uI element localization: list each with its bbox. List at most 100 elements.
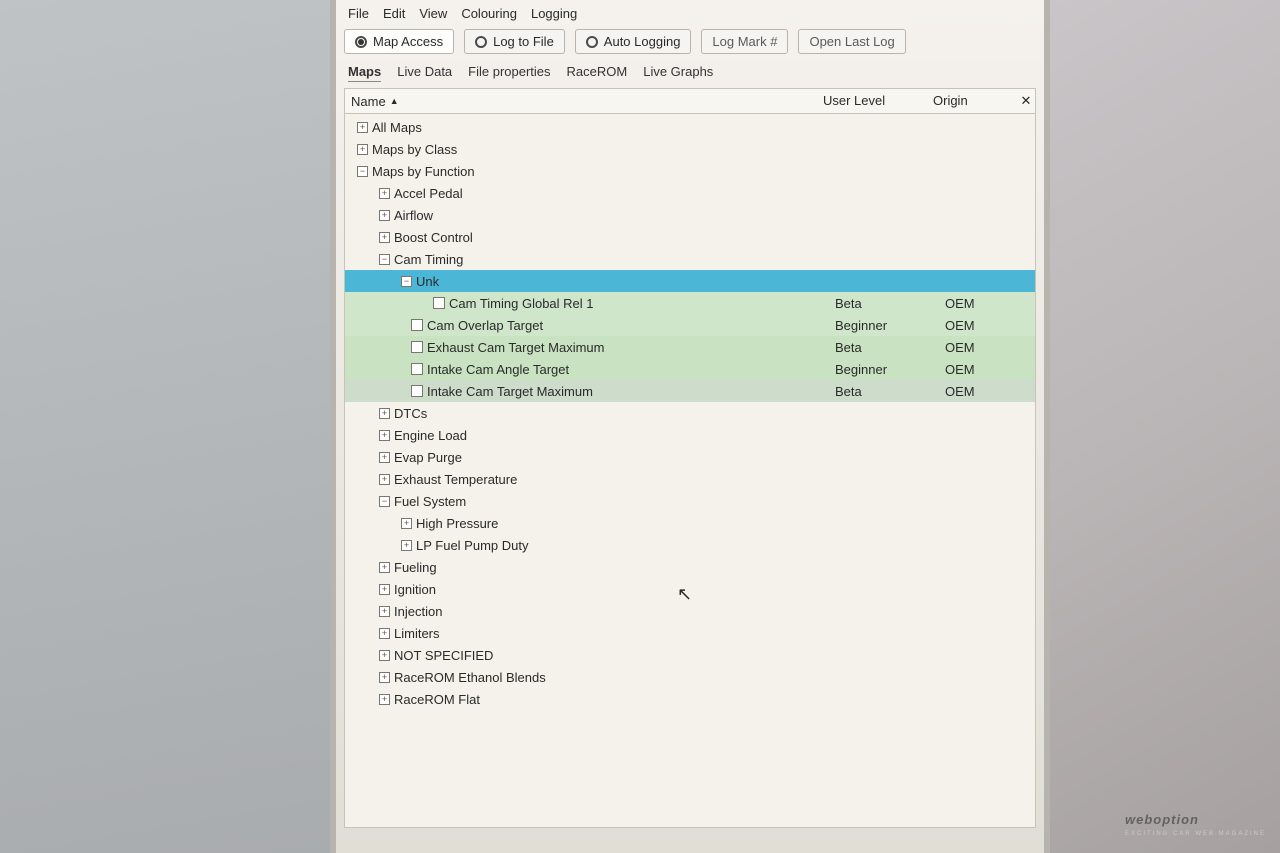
tree-label: Cam Timing Global Rel 1 <box>449 296 594 311</box>
tree-node-ignition[interactable]: + Ignition <box>345 578 1035 600</box>
tree-label: Accel Pedal <box>394 186 463 201</box>
checkbox-icon[interactable] <box>411 319 423 331</box>
expander-plus-icon[interactable]: + <box>379 408 390 419</box>
map-access-label: Map Access <box>373 34 443 49</box>
tree-label: DTCs <box>394 406 427 421</box>
col-name-label: Name <box>351 94 386 109</box>
checkbox-icon[interactable] <box>411 385 423 397</box>
menubar: File Edit View Colouring Logging <box>344 4 1036 23</box>
expander-plus-icon[interactable]: + <box>379 562 390 573</box>
expander-plus-icon[interactable]: + <box>379 452 390 463</box>
tree-node-maps-by-class[interactable]: + Maps by Class <box>345 138 1035 160</box>
expander-plus-icon[interactable]: + <box>401 540 412 551</box>
tree-node-limiters[interactable]: +Limiters <box>345 622 1035 644</box>
expander-plus-icon[interactable]: + <box>379 188 390 199</box>
tree-label: Intake Cam Angle Target <box>427 362 569 377</box>
column-header-user-level[interactable]: User Level <box>817 89 927 113</box>
tree-node-racerom-ethanol[interactable]: +RaceROM Ethanol Blends <box>345 666 1035 688</box>
tree-node-not-specified[interactable]: + NOT SPECIFIED <box>345 644 1035 666</box>
tree-node-boost-control[interactable]: +Boost Control <box>345 226 1035 248</box>
tree-leaf-cam-overlap-target[interactable]: Cam Overlap Target BeginnerOEM <box>345 314 1035 336</box>
radio-on-icon <box>355 36 367 48</box>
tree-leaf-cam-timing-global[interactable]: Cam Timing Global Rel 1BetaOEM <box>345 292 1035 314</box>
expander-plus-icon[interactable]: + <box>357 144 368 155</box>
column-header-origin[interactable]: Origin <box>927 89 1017 113</box>
map-access-button[interactable]: Map Access <box>344 29 454 54</box>
tree-label: NOT SPECIFIED <box>394 648 493 663</box>
tree-label: RaceROM Flat <box>394 692 480 707</box>
tree-node-racerom-flat[interactable]: + RaceROM Flat <box>345 688 1035 710</box>
radio-off-icon <box>475 36 487 48</box>
checkbox-icon[interactable] <box>411 363 423 375</box>
log-to-file-button[interactable]: Log to File <box>464 29 565 54</box>
expander-minus-icon[interactable]: − <box>379 254 390 265</box>
expander-minus-icon[interactable]: − <box>357 166 368 177</box>
tree-label: Ignition <box>394 582 436 597</box>
expander-plus-icon[interactable]: + <box>379 628 390 639</box>
expander-plus-icon[interactable]: + <box>379 210 390 221</box>
tree-node-all-maps[interactable]: +All Maps <box>345 116 1035 138</box>
tree-label: Fueling <box>394 560 437 575</box>
expander-plus-icon[interactable]: + <box>379 584 390 595</box>
tab-maps[interactable]: Maps <box>348 64 381 82</box>
expander-plus-icon[interactable]: + <box>379 430 390 441</box>
menu-file[interactable]: File <box>348 6 369 21</box>
sort-ascending-icon: ▲ <box>390 96 399 106</box>
tree-label: Airflow <box>394 208 433 223</box>
menu-edit[interactable]: Edit <box>383 6 405 21</box>
tree-node-airflow[interactable]: + Airflow <box>345 204 1035 226</box>
checkbox-icon[interactable] <box>411 341 423 353</box>
expander-minus-icon[interactable]: − <box>379 496 390 507</box>
tree-node-unk[interactable]: −Unk <box>345 270 1035 292</box>
tree-label: Cam Overlap Target <box>427 318 543 333</box>
column-header-name[interactable]: Name ▲ <box>345 89 817 113</box>
tree-node-fueling[interactable]: + Fueling <box>345 556 1035 578</box>
expander-plus-icon[interactable]: + <box>379 650 390 661</box>
tree-node-cam-timing[interactable]: −Cam Timing <box>345 248 1035 270</box>
menu-colouring[interactable]: Colouring <box>461 6 517 21</box>
tab-file-properties[interactable]: File properties <box>468 64 550 82</box>
tree-node-maps-by-function[interactable]: −Maps by Function <box>345 160 1035 182</box>
expander-minus-icon[interactable]: − <box>401 276 412 287</box>
tree-leaf-intake-cam-angle-target[interactable]: Intake Cam Angle TargetBeginnerOEM <box>345 358 1035 380</box>
expander-plus-icon[interactable]: + <box>379 606 390 617</box>
open-last-log-button[interactable]: Open Last Log <box>798 29 905 54</box>
checkbox-icon[interactable] <box>433 297 445 309</box>
expander-plus-icon[interactable]: + <box>401 518 412 529</box>
maps-list-pane: Name ▲ User Level Origin ✕ +All Maps + Ma… <box>344 88 1036 828</box>
tab-live-data[interactable]: Live Data <box>397 64 452 82</box>
tree-label: LP Fuel Pump Duty <box>416 538 528 553</box>
expander-plus-icon[interactable]: + <box>379 672 390 683</box>
expander-plus-icon[interactable]: + <box>357 122 368 133</box>
user-level-value: Beginner <box>835 318 945 333</box>
origin-value: OEM <box>945 340 1035 355</box>
tab-racerom[interactable]: RaceROM <box>567 64 628 82</box>
menu-view[interactable]: View <box>419 6 447 21</box>
user-level-value: Beta <box>835 384 945 399</box>
tree-label: Evap Purge <box>394 450 462 465</box>
menu-logging[interactable]: Logging <box>531 6 577 21</box>
expander-plus-icon[interactable]: + <box>379 694 390 705</box>
tree-node-exhaust-temperature[interactable]: +Exhaust Temperature <box>345 468 1035 490</box>
tree-node-engine-load[interactable]: +Engine Load <box>345 424 1035 446</box>
expander-plus-icon[interactable]: + <box>379 474 390 485</box>
tree-node-evap-purge[interactable]: + Evap Purge <box>345 446 1035 468</box>
tree-node-high-pressure[interactable]: + High Pressure <box>345 512 1035 534</box>
tree-leaf-exhaust-cam-target-max[interactable]: Exhaust Cam Target MaximumBetaOEM <box>345 336 1035 358</box>
close-pane-button[interactable]: ✕ <box>1017 89 1035 113</box>
tree-leaf-intake-cam-target-max[interactable]: Intake Cam Target MaximumBetaOEM <box>345 380 1035 402</box>
tree-label: Maps by Class <box>372 142 457 157</box>
tree-node-injection[interactable]: +Injection <box>345 600 1035 622</box>
tree-label: High Pressure <box>416 516 498 531</box>
tree-node-accel-pedal[interactable]: + Accel Pedal <box>345 182 1035 204</box>
origin-value: OEM <box>945 384 1035 399</box>
tree-node-fuel-system[interactable]: −Fuel System <box>345 490 1035 512</box>
log-mark-button[interactable]: Log Mark # <box>701 29 788 54</box>
auto-logging-button[interactable]: Auto Logging <box>575 29 692 54</box>
tab-live-graphs[interactable]: Live Graphs <box>643 64 713 82</box>
tree-node-lp-fuel-pump[interactable]: + LP Fuel Pump Duty <box>345 534 1035 556</box>
origin-value: OEM <box>945 296 1035 311</box>
expander-plus-icon[interactable]: + <box>379 232 390 243</box>
origin-value: OEM <box>945 318 1035 333</box>
tree-node-dtcs[interactable]: + DTCs <box>345 402 1035 424</box>
